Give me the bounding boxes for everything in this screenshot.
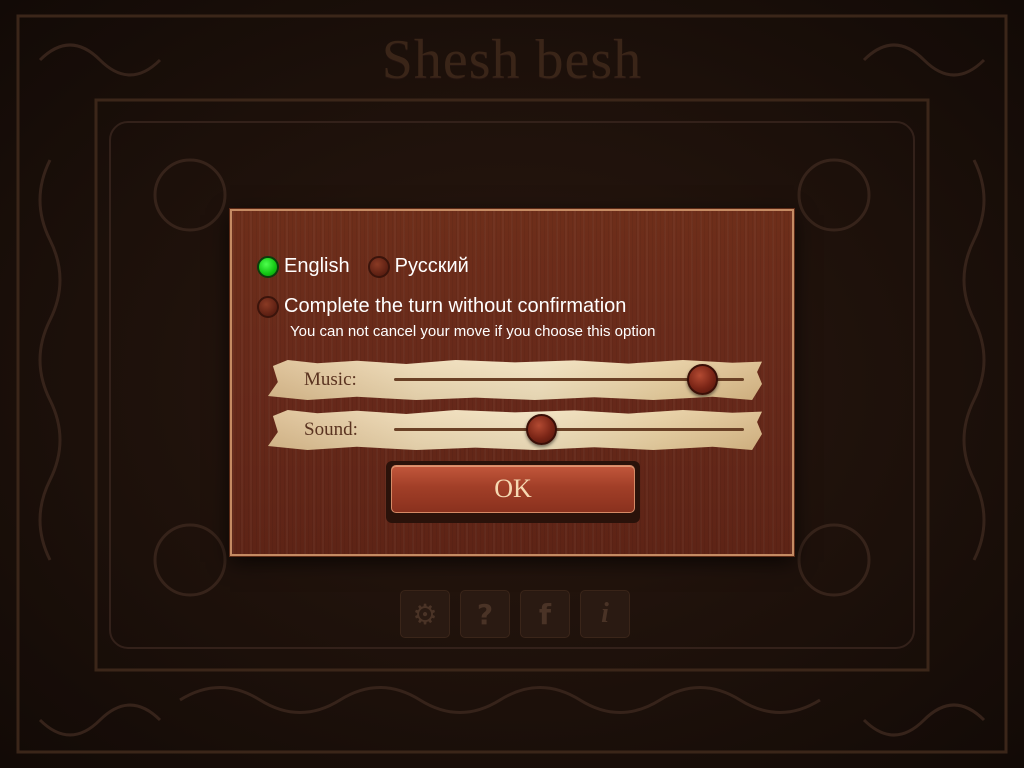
- auto-complete-label: Complete the turn without confirmation: [284, 295, 627, 317]
- language-row: English Русский: [257, 255, 469, 278]
- radio-russian[interactable]: [367, 255, 390, 278]
- language-option-russian[interactable]: Русский: [367, 255, 469, 278]
- help-icon[interactable]: ?: [460, 590, 510, 638]
- sound-slider-track[interactable]: [394, 428, 744, 431]
- ok-button[interactable]: OK: [391, 465, 635, 513]
- music-slider-panel: Music:: [268, 360, 762, 400]
- sound-slider-handle[interactable]: [526, 414, 557, 445]
- sound-label: Sound:: [304, 419, 358, 440]
- language-russian-label: Русский: [394, 255, 469, 277]
- ok-button-frame: OK: [386, 461, 640, 523]
- language-option-english[interactable]: English: [257, 255, 350, 278]
- settings-dialog: English Русский Complete the turn withou…: [230, 209, 794, 556]
- sound-slider-panel: Sound:: [268, 410, 762, 450]
- gear-icon[interactable]: ⚙: [400, 590, 450, 638]
- facebook-icon[interactable]: f: [520, 590, 570, 638]
- auto-complete-hint: You can not cancel your move if you choo…: [290, 323, 656, 340]
- music-slider-handle[interactable]: [687, 364, 718, 395]
- info-icon[interactable]: i: [580, 590, 630, 638]
- bottom-toolbar: ⚙ ? f i: [400, 590, 630, 638]
- auto-complete-option[interactable]: Complete the turn without confirmation: [257, 295, 626, 318]
- radio-english[interactable]: [257, 255, 279, 278]
- music-label: Music:: [304, 369, 357, 390]
- radio-auto-complete[interactable]: [257, 295, 279, 318]
- game-title: Shesh besh: [381, 29, 643, 91]
- language-english-label: English: [284, 255, 350, 277]
